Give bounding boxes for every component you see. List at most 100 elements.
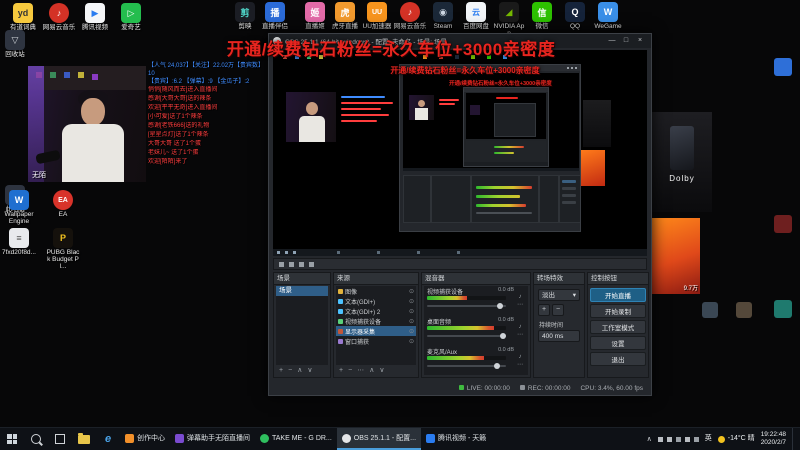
desktop-icon-unknown-red[interactable] [774,215,792,233]
dolby-promo-window[interactable]: Dolby [652,112,712,212]
desktop-icon-qq[interactable]: Q QQ [558,2,592,30]
obs-source-toolbar[interactable] [273,258,647,270]
search-button[interactable] [24,428,48,450]
source-item[interactable]: 文本(GDI+) 2 ⊙ [336,306,416,316]
channel-options-icon[interactable]: ⋯ [515,361,525,369]
start-streaming-button[interactable]: 开始直播 [590,288,646,302]
source-up-icon[interactable]: ∧ [369,366,374,375]
desktop-icon-jianying[interactable]: 剪 剪映 [228,2,262,30]
volume-slider[interactable] [427,333,506,339]
netease-music-icon: ♪ [49,3,69,23]
taskbar-window-danmu-helper[interactable]: 弹幕助手无陌直播间 [170,428,255,450]
mixer-channel-icons: ♪ ⋯ [515,293,525,309]
volume-slider-handle[interactable] [499,333,506,339]
input-language-indicator[interactable]: 英 [705,435,712,443]
desktop-icon-iqiyi[interactable]: ▷ 爱奇艺 [114,3,148,31]
scene-down-icon[interactable]: ∨ [307,366,312,375]
channel-options-icon[interactable]: ⋯ [515,331,525,339]
desktop-icon-zhiboji[interactable]: 姬 直播姬 [298,2,332,30]
source-down-icon[interactable]: ∨ [379,366,384,375]
minimize-icon[interactable]: — [605,34,619,48]
show-desktop-button[interactable] [792,428,796,450]
desktop-icon-youdao[interactable]: yd 有道词典 [6,3,40,31]
sources-list[interactable]: 图像 ⊙ 文本(GDI+) ⊙ 文本(GDI+) 2 ⊙ 视频捕获设备 ⊙ 显示… [336,286,416,365]
file-explorer-button[interactable] [72,428,96,450]
preview-obs-canvas: 开通/续费钻石粉丝=永久车位+3000亲密度 [403,73,579,171]
add-scene-icon[interactable]: + [279,366,283,375]
desktop-icon-unknown-teal[interactable] [774,300,792,318]
desktop-icon-nvidia[interactable]: ◢ NVIDIA App [492,2,526,37]
speaker-icon[interactable]: ♪ [515,353,525,361]
start-button[interactable] [0,428,24,450]
studio-mode-button[interactable]: 工作室模式 [590,320,646,334]
taskbar-window-music-player[interactable]: TAKE ME - G DR... [255,428,337,450]
visibility-eye-icon[interactable]: ⊙ [409,308,414,315]
desktop-icon-baidu-pan[interactable]: 云 百度网盘 [459,2,493,30]
source-item-selected[interactable]: 显示器采集 ⊙ [336,326,416,336]
visibility-eye-icon[interactable]: ⊙ [409,288,414,295]
source-item[interactable]: 窗口捕获 ⊙ [336,336,416,346]
desktop-icon-huya[interactable]: 虎 虎牙直播 [328,2,362,30]
preview-taskbar-dots [277,251,280,254]
volume-slider[interactable] [427,303,506,309]
scene-up-icon[interactable]: ∧ [297,366,302,375]
visibility-eye-icon[interactable]: ⊙ [409,298,414,305]
visibility-eye-icon[interactable]: ⊙ [409,328,414,335]
desktop-icon-netease-music[interactable]: ♪ 网易云音乐 [42,3,76,31]
task-view-button[interactable] [48,428,72,450]
channel-options-icon[interactable]: ⋯ [515,301,525,309]
weather-widget[interactable]: -14°C 晴 [717,435,755,443]
source-item[interactable]: 视频捕获设备 ⊙ [336,316,416,326]
source-item[interactable]: 图像 ⊙ [336,286,416,296]
visibility-eye-icon[interactable]: ⊙ [409,338,414,345]
desktop-icon-tencent-video[interactable]: ▶ 腾讯视频 [78,3,112,31]
scene-item-selected[interactable]: 场景 [276,286,328,296]
speaker-icon[interactable]: ♪ [515,293,525,301]
remove-scene-icon[interactable]: − [288,366,292,375]
taskbar-window-obs[interactable]: OBS 25.1.1 - 配置... [336,428,422,450]
orange-art-window[interactable]: 9.7万 [648,218,700,294]
add-source-icon[interactable]: + [339,366,343,375]
settings-button[interactable]: 设置 [590,336,646,350]
desktop-icon-ea[interactable]: EA EA [46,190,80,218]
desktop-icon-wechat[interactable]: 信 微信 [525,2,559,30]
speaker-icon[interactable]: ♪ [515,323,525,331]
taskbar-clock[interactable]: 19:22:48 2020/2/7 [761,431,786,447]
taskbar-window-tencent-video[interactable]: 腾讯视频 - 天籁 [421,428,491,450]
desktop-icon-label: 直播姬 [305,23,325,30]
banner-text: 开通/续费钻石粉丝=永久车位+3000亲密度 [226,40,556,59]
desktop-icon-netease-music-2[interactable]: ♪ 网易云音乐 [393,2,427,30]
desktop-icon-wegame[interactable]: W WeGame [591,2,625,30]
mixer-dock: 混音器 视频捕获设备 0.0 dB ♪ ⋯ 桌面音频 0.0 dB ♪ ⋯ 麦克… [421,272,531,378]
desktop-icon-pubg[interactable]: P PUBG Black Budget Pl... [46,228,80,270]
desktop-icon-file[interactable]: ≡ 7fxd20f8d... [2,228,36,256]
desktop-icon-recycle-bin[interactable]: ▽ 回收站 [0,30,32,58]
exit-button[interactable]: 退出 [590,352,646,366]
desktop-icon-unknown-2[interactable] [736,302,752,318]
volume-slider-handle[interactable] [494,363,501,369]
close-icon[interactable]: × [633,34,647,48]
start-recording-button[interactable]: 开始录制 [590,304,646,318]
source-item[interactable]: 文本(GDI+) ⊙ [336,296,416,306]
scenes-list[interactable]: 场景 [276,286,328,365]
edge-button[interactable]: e [96,428,120,450]
desktop-icon-wallpaper-engine[interactable]: W Wallpaper Engine [2,190,36,225]
volume-slider-handle[interactable] [496,303,503,309]
remove-source-icon[interactable]: − [348,366,352,375]
add-transition-icon[interactable]: + [538,304,550,316]
duration-spinbox[interactable]: 400 ms [538,330,580,342]
transition-select[interactable]: 淡出 ▾ [538,289,580,301]
desktop-icon-unknown-1[interactable] [702,302,718,318]
volume-slider[interactable] [427,363,506,369]
tray-chevron-icon[interactable]: ∧ [647,435,652,443]
taskbar-window-creator-center[interactable]: 创作中心 [120,428,170,450]
desktop-icon-uu[interactable]: UU UU加速器 [360,2,394,30]
visibility-eye-icon[interactable]: ⊙ [409,318,414,325]
tray-icons[interactable] [657,436,663,442]
desktop-icon-live-companion[interactable]: 播 直播伴侣 [258,2,292,30]
maximize-icon[interactable]: □ [619,34,633,48]
desktop-icon-unknown-blue[interactable] [774,58,792,76]
remove-transition-icon[interactable]: − [552,304,564,316]
source-properties-icon[interactable]: ⋯ [357,366,364,375]
desktop-icon-steam[interactable]: ◉ Steam [426,2,460,30]
